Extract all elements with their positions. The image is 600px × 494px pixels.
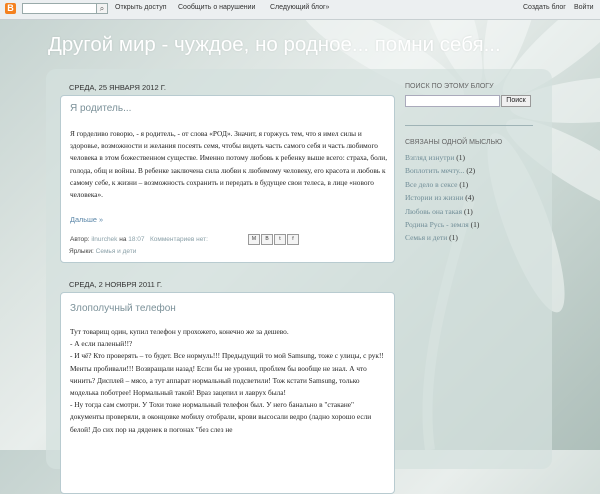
- nav-link-create-blog[interactable]: Создать блог: [523, 4, 566, 11]
- label-list-item: Семья и дети (1): [405, 231, 479, 244]
- label-count: (1): [456, 153, 466, 162]
- label-count: (1): [463, 206, 473, 216]
- post-time-link[interactable]: 18:07: [128, 236, 144, 243]
- labels-label: Ярлыки:: [69, 248, 94, 255]
- label-count: (2): [466, 166, 476, 176]
- blog-search-input[interactable]: [405, 95, 500, 107]
- post-card: Злополучный телефон Тут товарищ один, ку…: [60, 292, 395, 494]
- post-line: - А если паленый!!?: [70, 339, 133, 349]
- blogger-navbar: B ⌕ Открыть доступ Сообщить о нарушении …: [0, 0, 600, 20]
- email-share-icon[interactable]: M: [248, 234, 260, 245]
- label-list-item: Воплотить мечту... (2): [405, 164, 479, 177]
- label-count: (1): [459, 179, 469, 189]
- label-item-link[interactable]: Истории из жизни: [405, 193, 463, 202]
- post-date-header: СРЕДА, 2 НОЯБРЯ 2011 Г.: [69, 280, 163, 289]
- label-item-link[interactable]: Любовь она такая: [405, 207, 462, 216]
- post-body: Тут товарищ один, купил телефон у прохож…: [70, 326, 388, 436]
- label-count: (4): [465, 193, 474, 203]
- label-count: (1): [449, 233, 458, 243]
- twitter-share-icon[interactable]: t: [274, 234, 286, 245]
- author-link[interactable]: ilnurchek: [91, 236, 117, 243]
- navbar-search-input[interactable]: [22, 3, 97, 14]
- nav-link-report[interactable]: Сообщить о нарушении: [178, 4, 255, 11]
- label-item-link[interactable]: Все дело в сексе: [405, 180, 458, 189]
- post-date-header: СРЕДА, 25 ЯНВАРЯ 2012 Г.: [69, 83, 167, 92]
- label-list-item: Взгляд изнутри (1): [405, 151, 479, 164]
- label-item-link[interactable]: Взгляд изнутри: [405, 153, 454, 162]
- sidebar-labels-title: СВЯЗАНЫ ОДНОЙ МЫСЛЬЮ: [405, 139, 503, 146]
- share-buttons: M B t f: [248, 234, 300, 245]
- post-labels: Ярлыки: Семья и дети: [69, 248, 136, 255]
- label-link[interactable]: Семья и дети: [96, 248, 137, 255]
- label-list-item: Все дело в сексе (1): [405, 178, 479, 191]
- sidebar-divider: [405, 125, 533, 126]
- post-line: - Ну тогда сам смотри. У Тохи тоже норма…: [70, 400, 372, 434]
- label-item-link[interactable]: Воплотить мечту...: [405, 166, 465, 175]
- sidebar-label-list: Взгляд изнутри (1) Воплотить мечту... (2…: [405, 151, 479, 245]
- post-title[interactable]: Злополучный телефон: [70, 303, 176, 314]
- post-line: - И чё? Кто проверять – то будет. Все но…: [70, 351, 384, 398]
- time-prefix: на: [119, 236, 127, 243]
- post-body: Я горделиво говорю, - я родитель, - от с…: [70, 129, 388, 200]
- blogger-logo-icon[interactable]: B: [5, 3, 16, 14]
- label-item-link[interactable]: Семья и дети: [405, 233, 447, 242]
- label-count: (1): [470, 220, 480, 230]
- label-list-item: Родина Русь - земля (1): [405, 218, 479, 231]
- post-line: Тут товарищ один, купил телефон у прохож…: [70, 327, 289, 336]
- post-card: Я родитель... Я горделиво говорю, - я ро…: [60, 95, 395, 263]
- facebook-share-icon[interactable]: f: [287, 234, 299, 245]
- comments-link[interactable]: Комментариев нет:: [150, 236, 208, 243]
- blogthis-share-icon[interactable]: B: [261, 234, 273, 245]
- blog-title[interactable]: Другой мир - чуждое, но родное... помни …: [48, 33, 501, 57]
- label-item-link[interactable]: Родина Русь - земля: [405, 220, 469, 229]
- author-label: Автор:: [70, 236, 90, 243]
- nav-link-sign-in[interactable]: Войти: [574, 4, 594, 11]
- nav-link-share[interactable]: Открыть доступ: [115, 4, 167, 11]
- read-more-link[interactable]: Дальше »: [70, 215, 103, 224]
- label-list-item: Любовь она такая (1): [405, 205, 479, 218]
- label-list-item: Истории из жизни (4): [405, 191, 479, 204]
- blog-search-button[interactable]: Поиск: [501, 95, 531, 107]
- nav-link-next-blog[interactable]: Следующий блог»: [270, 4, 329, 11]
- search-icon[interactable]: ⌕: [97, 3, 108, 14]
- post-footer: Автор: ilnurchek на 18:07 Комментариев н…: [70, 236, 208, 243]
- post-title[interactable]: Я родитель...: [70, 103, 131, 114]
- sidebar-search-title: ПОИСК ПО ЭТОМУ БЛОГУ: [405, 83, 494, 90]
